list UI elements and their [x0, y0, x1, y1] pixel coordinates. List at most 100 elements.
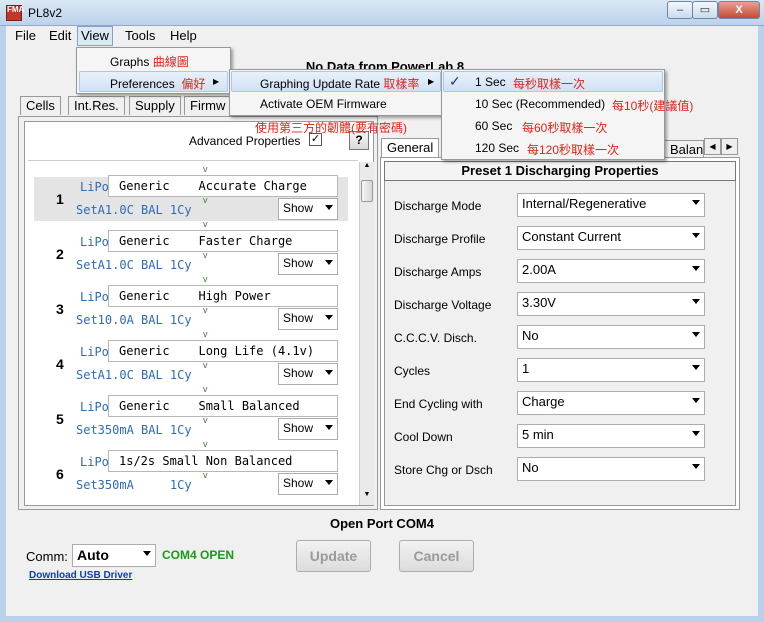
preset-number: 5 [56, 411, 64, 427]
preset-show-select[interactable]: Show [278, 308, 338, 330]
close-button[interactable]: X [718, 1, 760, 19]
menu-file[interactable]: File [12, 28, 39, 43]
app-icon: FMA [6, 5, 24, 21]
preset-show-select[interactable]: Show [278, 363, 338, 385]
property-label: Cool Down [394, 430, 453, 444]
menu-bar: File Edit View Tools Help [6, 26, 758, 46]
tab-supply[interactable]: Supply [129, 96, 181, 115]
chevron-marker-icon: v [203, 274, 208, 284]
show-value: Show [283, 201, 314, 215]
property-label: Cycles [394, 364, 431, 378]
tab-general[interactable]: General [381, 138, 440, 159]
tab-firmware[interactable]: Firmw [184, 96, 232, 115]
menu-tools[interactable]: Tools [122, 28, 158, 43]
rate-annotation: 每10秒(建議值) [612, 99, 694, 113]
tab-scroll-right-icon[interactable]: ▶ [721, 138, 738, 155]
tab-cells[interactable]: Cells [20, 96, 61, 115]
preset-row[interactable]: 5 LiPo Generic Small Balanced Set350mA B… [38, 384, 358, 443]
chevron-marker-icon: v [203, 219, 208, 229]
preferences-label: Preferences [110, 77, 175, 91]
property-label: Discharge Mode [394, 199, 482, 213]
chevron-down-icon [325, 260, 333, 265]
rate-annotation: 每秒取樣一次 [513, 77, 586, 91]
scroll-thumb[interactable] [361, 180, 373, 202]
menu-item-activate-oem[interactable]: Activate OEM Firmware [260, 97, 387, 111]
property-select[interactable]: Internal/Regenerative [517, 193, 705, 217]
menu-view[interactable]: View [77, 26, 113, 46]
property-select[interactable]: 3.30V [517, 292, 705, 316]
scroll-up-icon[interactable]: ▲ [361, 162, 373, 174]
comm-select-value: Auto [77, 547, 109, 563]
tab-scroll-left-icon[interactable]: ◀ [704, 138, 721, 155]
preferences-annotation: 偏好 [181, 77, 206, 91]
graphing-rate-annotation: 取樣率 [383, 77, 420, 91]
property-value: Constant Current [522, 229, 621, 244]
chevron-marker-icon: v [203, 360, 208, 370]
preset-name[interactable]: Generic Small Balanced [108, 395, 338, 417]
maximize-button[interactable]: ▭ [692, 1, 718, 19]
property-select[interactable]: Constant Current [517, 226, 705, 250]
property-value: Charge [522, 394, 565, 409]
menu-item-graphing-rate[interactable]: Graphing Update Rate 取樣率 [260, 75, 419, 92]
preset-show-select[interactable]: Show [278, 253, 338, 275]
show-value: Show [283, 476, 314, 490]
menu-item-rate[interactable]: 60 Sec [475, 119, 512, 133]
show-value: Show [283, 311, 314, 325]
preset-row[interactable]: 3 LiPo Generic High Power Set10.0A BAL 1… [38, 274, 358, 333]
chevron-marker-icon: v [203, 329, 208, 339]
property-select[interactable]: Charge [517, 391, 705, 415]
preset-chemistry: LiPo [80, 345, 109, 359]
chevron-down-icon [692, 398, 700, 403]
preset-name[interactable]: Generic Faster Charge [108, 230, 338, 252]
preset-name[interactable]: Generic Accurate Charge [108, 175, 338, 197]
menu-edit[interactable]: Edit [46, 28, 74, 43]
scroll-down-icon[interactable]: ▼ [361, 491, 373, 503]
preset-row[interactable]: 1 LiPo Generic Accurate Charge SetA1.0C … [38, 164, 358, 223]
preset-number: 6 [56, 466, 64, 482]
download-usb-driver-link[interactable]: Download USB Driver [29, 570, 132, 581]
minimize-button[interactable]: – [667, 1, 693, 19]
menu-item-rate[interactable]: 120 Sec [475, 141, 519, 155]
title-bar [0, 0, 764, 26]
preset-row[interactable]: 4 LiPo Generic Long Life (4.1v) SetA1.0C… [38, 329, 358, 388]
preset-chemistry: LiPo [80, 180, 109, 194]
menu-item-rate[interactable]: 10 Sec (Recommended) [475, 97, 605, 111]
menu-item-rate[interactable]: 1 Sec [475, 75, 506, 89]
update-button[interactable]: Update [296, 540, 371, 572]
comm-select[interactable]: Auto [72, 544, 156, 567]
preset-row[interactable]: 6 LiPo 1s/2s Small Non Balanced Set350mA… [38, 439, 358, 498]
menu-help[interactable]: Help [167, 28, 200, 43]
property-value: 1 [522, 361, 530, 376]
preset-row[interactable]: 2 LiPo Generic Faster Charge SetA1.0C BA… [38, 219, 358, 278]
property-select[interactable]: No [517, 325, 705, 349]
preset-name[interactable]: Generic Long Life (4.1v) [108, 340, 338, 362]
property-select[interactable]: 5 min [517, 424, 705, 448]
cancel-button[interactable]: Cancel [399, 540, 474, 572]
preset-setting: SetA1.0C BAL 1Cy [76, 368, 192, 382]
rate-annotation: 每120秒取樣一次 [527, 143, 620, 157]
preset-show-select[interactable]: Show [278, 198, 338, 220]
tab-int-res[interactable]: Int.Res. [68, 96, 125, 115]
preset-chemistry: LiPo [80, 235, 109, 249]
chevron-marker-icon: v [203, 470, 208, 480]
menu-item-graphs[interactable]: Graphs 曲線圖 [110, 53, 189, 70]
preset-chemistry: LiPo [80, 455, 109, 469]
preset-show-select[interactable]: Show [278, 418, 338, 440]
menu-item-preferences[interactable]: Preferences 偏好 [110, 75, 205, 92]
property-select[interactable]: 2.00A [517, 259, 705, 283]
property-label: Store Chg or Dsch [394, 463, 493, 477]
chevron-marker-icon: v [203, 250, 208, 260]
chevron-marker-icon: v [203, 195, 208, 205]
graphs-annotation: 曲線圖 [152, 55, 189, 69]
property-select[interactable]: No [517, 457, 705, 481]
preset-show-select[interactable]: Show [278, 473, 338, 495]
preset-name[interactable]: Generic High Power [108, 285, 338, 307]
property-value: 3.30V [522, 295, 556, 310]
property-select[interactable]: 1 [517, 358, 705, 382]
preset-setting: SetA1.0C BAL 1Cy [76, 258, 192, 272]
chevron-marker-icon: v [203, 164, 208, 174]
preset-chemistry: LiPo [80, 400, 109, 414]
preset-name[interactable]: 1s/2s Small Non Balanced [108, 450, 338, 472]
preset-list-scrollbar[interactable]: ▲ ▼ [359, 162, 374, 505]
submenu-arrow-icon: ▶ [428, 77, 435, 86]
